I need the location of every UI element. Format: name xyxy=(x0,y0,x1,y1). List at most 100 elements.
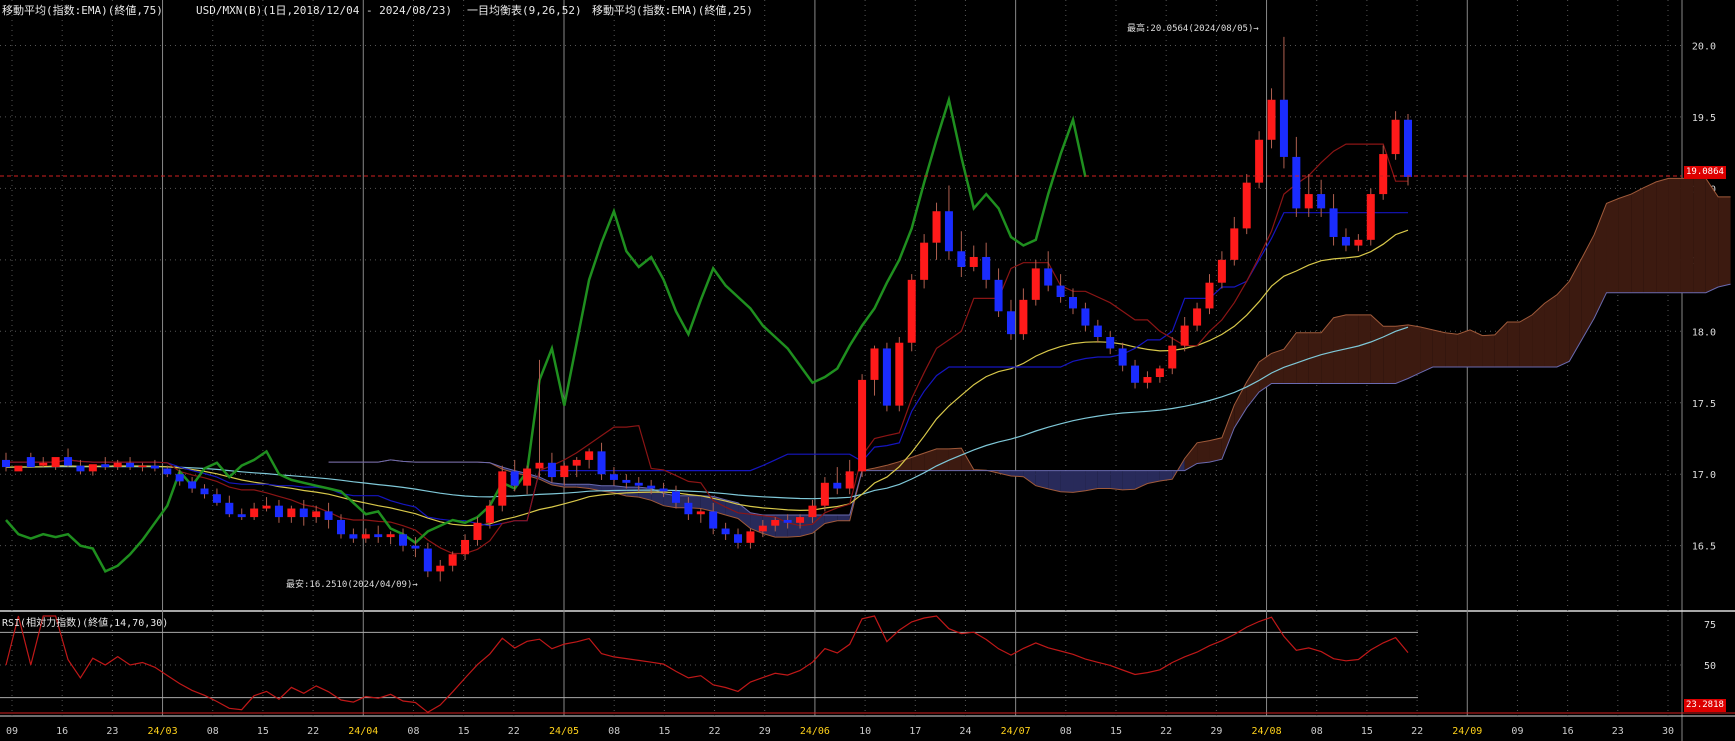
candle-up xyxy=(1180,325,1189,346)
rsi-tick-label: 50 xyxy=(1704,661,1716,672)
x-tick-label: 24/04 xyxy=(348,726,378,737)
candle-up xyxy=(485,505,494,523)
candle-up xyxy=(1031,268,1040,300)
candle-down xyxy=(609,474,618,480)
ichimoku-cloud-segment xyxy=(1680,178,1694,293)
high-annotation: 最高:20.0564(2024/08/05)→ xyxy=(1127,24,1259,34)
candle-up xyxy=(138,465,147,468)
ichimoku-cloud-segment xyxy=(1345,314,1359,384)
ema75-legend: 移動平均(指数:EMA)(終値,75) xyxy=(2,4,163,17)
ichimoku-cloud-segment xyxy=(1718,196,1731,287)
candle-down xyxy=(1329,208,1338,237)
price-chart[interactable]: 20.019.519.018.518.017.517.016.509162324… xyxy=(0,0,1735,741)
x-tick-label: 15 xyxy=(1361,726,1373,737)
ichimoku-cloud-segment xyxy=(1420,327,1433,373)
candle-up xyxy=(88,464,97,472)
x-tick-label: 22 xyxy=(508,726,520,737)
ichimoku-cloud-segment xyxy=(1470,329,1483,368)
ichimoku-cloud-segment xyxy=(1395,324,1408,384)
candle-down xyxy=(1317,194,1326,209)
candle-down xyxy=(150,465,159,469)
candle-down xyxy=(721,528,730,535)
rsi-title: RSI(相対力指数)(終値,14,70,30) xyxy=(2,618,169,629)
candle-up xyxy=(771,519,780,526)
candle-down xyxy=(647,485,656,489)
ichimoku-cloud-segment xyxy=(1643,181,1657,293)
candle-up xyxy=(262,505,271,509)
ichimoku-cloud-segment xyxy=(1271,349,1284,384)
ichimoku-cloud-segment xyxy=(1457,329,1471,368)
ichimoku-cloud-segment xyxy=(1631,187,1644,293)
ichimoku-cloud-segment xyxy=(1048,470,1061,492)
x-tick-label: 08 xyxy=(1311,726,1323,737)
x-tick-label: 08 xyxy=(207,726,219,737)
x-tick-label: 29 xyxy=(759,726,771,737)
candle-up xyxy=(585,451,594,460)
x-tick-label: 29 xyxy=(1210,726,1222,737)
x-tick-label: 23 xyxy=(106,726,118,737)
ichimoku-cloud-segment xyxy=(1445,332,1458,368)
ichimoku-cloud-segment xyxy=(1668,178,1681,293)
candle-up xyxy=(39,462,48,466)
candle-down xyxy=(1093,325,1102,338)
x-tick-label: 17 xyxy=(909,726,921,737)
candle-up xyxy=(820,482,829,506)
y-tick-label: 19.5 xyxy=(1692,113,1716,124)
candle-up xyxy=(932,211,941,243)
ichimoku-cloud-segment xyxy=(1296,332,1309,384)
candle-up xyxy=(808,505,817,518)
candle-down xyxy=(1081,308,1090,326)
candle-up xyxy=(250,508,259,518)
x-tick-label: 16 xyxy=(56,726,68,737)
candle-up xyxy=(461,539,470,555)
ichimoku-cloud-segment xyxy=(1656,178,1669,293)
candle-down xyxy=(336,519,345,535)
ichimoku-cloud-segment xyxy=(1122,470,1136,490)
ichimoku-cloud-segment xyxy=(1556,281,1570,368)
candle-down xyxy=(833,482,842,489)
x-tick-label: 24/05 xyxy=(549,726,579,737)
y-tick-label: 17.0 xyxy=(1692,470,1716,481)
ichimoku-cloud-segment xyxy=(1693,178,1706,293)
candle-up xyxy=(796,517,805,523)
y-tick-label: 17.5 xyxy=(1692,399,1716,410)
x-tick-label: 23 xyxy=(1612,726,1624,737)
candle-up xyxy=(1354,239,1363,246)
x-tick-label: 22 xyxy=(1160,726,1172,737)
candle-up xyxy=(51,457,60,468)
candle-up xyxy=(845,471,854,489)
candle-up xyxy=(473,522,482,540)
candle-down xyxy=(1292,156,1301,209)
ichimoku-cloud-segment xyxy=(1110,470,1123,490)
candle-down xyxy=(76,465,85,472)
x-tick-label: 24/08 xyxy=(1251,726,1281,737)
candle-up xyxy=(895,342,904,406)
ichimoku-cloud-segment xyxy=(936,448,949,471)
candle-down xyxy=(684,502,693,515)
x-tick-label: 16 xyxy=(1562,726,1574,737)
ichimoku-cloud-segment xyxy=(1432,329,1446,368)
y-tick-label: 16.5 xyxy=(1692,542,1716,553)
candle-down xyxy=(411,545,420,549)
candle-down xyxy=(101,464,110,468)
candle-up xyxy=(758,525,767,532)
candle-down xyxy=(1056,285,1065,297)
ichimoku-cloud-segment xyxy=(1482,334,1495,368)
candle-up xyxy=(696,511,705,515)
ichimoku-cloud-segment xyxy=(1606,198,1619,293)
candle-down xyxy=(510,471,519,486)
candle-down xyxy=(126,462,135,468)
candle-up xyxy=(1242,182,1251,229)
ichimoku-cloud-segment xyxy=(837,514,850,521)
candle-down xyxy=(994,279,1003,312)
low-annotation: 最安:16.2510(2024/04/09)→ xyxy=(286,580,418,590)
candle-down xyxy=(274,505,283,518)
candle-down xyxy=(734,534,743,543)
ichimoku-cloud-segment xyxy=(1618,194,1632,293)
candle-up xyxy=(448,554,457,566)
symbol-legend: USD/MXN(B)(1日,2018/12/04 - 2024/08/23) xyxy=(196,4,453,17)
candle-up xyxy=(523,468,532,486)
candle-down xyxy=(944,211,953,252)
candle-down xyxy=(1044,268,1053,286)
chart-background xyxy=(0,0,1735,741)
